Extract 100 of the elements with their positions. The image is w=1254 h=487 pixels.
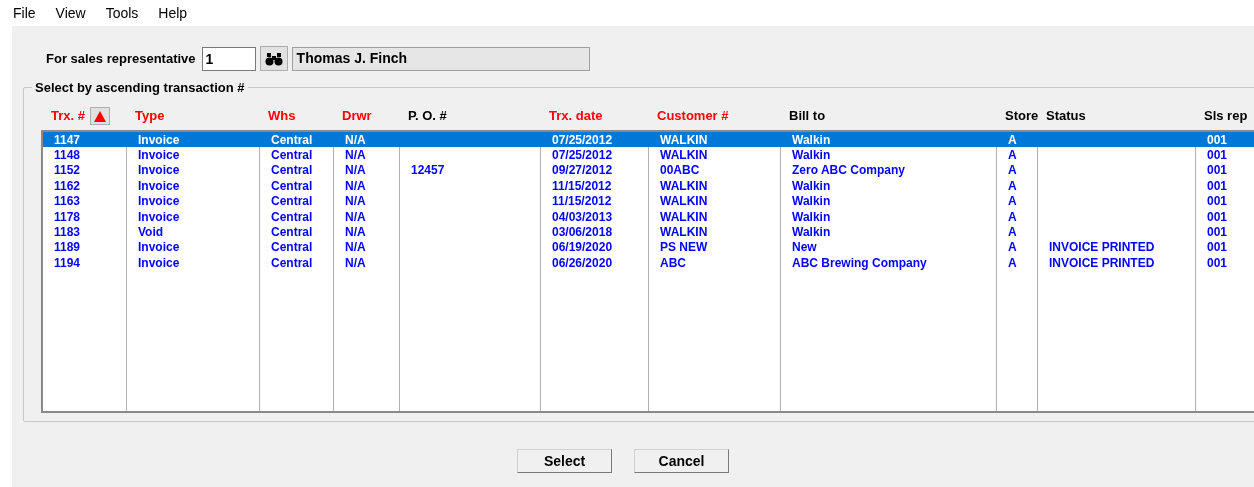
- table-cell: Walkin: [792, 194, 831, 209]
- table-cell: PS NEW: [660, 240, 708, 255]
- table-cell: N/A: [345, 178, 366, 193]
- table-cell: 06/26/2020: [552, 255, 613, 270]
- table-cell: 11/15/2012: [552, 178, 612, 193]
- table-cell: N/A: [345, 255, 366, 270]
- list-row[interactable]: 1148 Invoice Central N/A 07/25/2012 WALKIN Walkin A 001: [43, 147, 1254, 163]
- table-cell: Central: [271, 148, 313, 163]
- table-cell: Central: [271, 194, 313, 209]
- list-row[interactable]: 1152 Invoice Central N/A 12457 09/27/2012 00ABC Zero ABC Company A 001: [43, 162, 1254, 179]
- table-cell: WALKIN: [660, 148, 708, 163]
- table-cell: 1178: [54, 209, 81, 224]
- table-cell: 1183: [54, 225, 81, 240]
- table-cell: 1189: [54, 240, 81, 255]
- column-header[interactable]: Sls rep: [1204, 106, 1248, 126]
- list-row[interactable]: 1183 Void Central N/A 03/06/2018 WALKIN Walkin A 001: [43, 224, 1254, 240]
- table-cell: A: [1008, 194, 1017, 209]
- table-cell: Zero ABC Company: [792, 163, 905, 178]
- column-header[interactable]: Customer #: [657, 106, 729, 126]
- table-cell: 1163: [54, 194, 81, 209]
- table-cell: Invoice: [138, 178, 180, 193]
- menu-item[interactable]: View: [55, 2, 86, 24]
- menu-item[interactable]: File: [13, 2, 36, 24]
- table-cell: A: [1008, 132, 1017, 147]
- sort-button[interactable]: [89, 107, 110, 125]
- table-cell: Invoice: [138, 240, 180, 255]
- table-cell: 001: [1207, 194, 1228, 209]
- table-cell: 001: [1207, 240, 1228, 255]
- table-cell: Walkin: [792, 178, 831, 193]
- table-cell: 09/27/2012: [552, 163, 613, 178]
- table-cell: 1194: [54, 255, 81, 270]
- table-cell: New: [792, 240, 817, 255]
- table-cell: 11/15/2012: [552, 194, 612, 209]
- field-label: For sales representative: [46, 49, 196, 68]
- table-cell: Central: [271, 209, 313, 224]
- table-cell: 001: [1207, 148, 1228, 163]
- table-cell: A: [1008, 178, 1017, 193]
- column-header[interactable]: Type: [135, 106, 165, 126]
- list-row[interactable]: 1163 Invoice Central N/A 11/15/2012 WALKIN Walkin A 001: [43, 193, 1254, 209]
- table-cell: 001: [1207, 178, 1228, 193]
- table-cell: 12457: [411, 163, 445, 178]
- table-cell: Invoice: [138, 148, 180, 163]
- table-cell: 001: [1207, 163, 1228, 178]
- column-header[interactable]: Status: [1046, 106, 1086, 126]
- table-cell: N/A: [345, 132, 366, 147]
- table-cell: 06/19/2020: [552, 240, 613, 255]
- list-row[interactable]: 1147 Invoice Central N/A 07/25/2012 WALKIN Walkin A 001: [43, 132, 1254, 148]
- table-cell: Central: [271, 163, 313, 178]
- list-row[interactable]: 1194 Invoice Central N/A 06/26/2020 ABC ABC Brewing Company A INVOICE PRINTED 001: [43, 255, 1254, 271]
- column-header[interactable]: Drwr: [342, 106, 372, 126]
- table-cell: N/A: [345, 163, 366, 178]
- column-header[interactable]: P. O. #: [408, 106, 447, 126]
- name-display: Thomas J. Finch: [291, 46, 590, 71]
- table-cell: ABC: [660, 255, 686, 270]
- dialog-button[interactable]: Cancel: [634, 449, 729, 473]
- table-cell: Invoice: [138, 163, 180, 178]
- list-row[interactable]: 1178 Invoice Central N/A 04/03/2013 WALKIN Walkin A 001: [43, 208, 1254, 225]
- column-header[interactable]: Store: [1005, 106, 1039, 126]
- table-cell: N/A: [345, 209, 366, 224]
- table-cell: 001: [1207, 209, 1228, 224]
- table-cell: A: [1008, 255, 1017, 270]
- column-header[interactable]: Trx. #: [51, 106, 85, 126]
- input-field[interactable]: 1: [201, 46, 256, 71]
- dialog-button[interactable]: Select: [517, 449, 612, 473]
- table-cell: 1162: [54, 178, 81, 193]
- table-cell: Central: [271, 240, 313, 255]
- table-cell: Walkin: [792, 209, 831, 224]
- table-cell: 001: [1207, 132, 1228, 147]
- list-row[interactable]: 1189 Invoice Central N/A 06/19/2020 PS NEW New A INVOICE PRINTED 001: [43, 239, 1254, 256]
- column-header[interactable]: Whs: [268, 106, 296, 126]
- table-cell: Invoice: [138, 194, 180, 209]
- table-cell: 1147: [54, 132, 81, 147]
- table-cell: ABC Brewing Company: [792, 255, 927, 270]
- table-cell: WALKIN: [660, 132, 708, 147]
- table-cell: A: [1008, 225, 1017, 240]
- table-cell: 04/03/2013: [552, 209, 613, 224]
- table-cell: WALKIN: [660, 209, 708, 224]
- table-cell: A: [1008, 163, 1017, 178]
- column-header[interactable]: Trx. date: [549, 106, 603, 126]
- table-cell: Walkin: [792, 148, 831, 163]
- table-cell: Central: [271, 132, 313, 147]
- menu-item[interactable]: Tools: [105, 2, 139, 24]
- table-cell: Void: [138, 225, 164, 240]
- menu-item[interactable]: Help: [158, 2, 188, 24]
- table-cell: N/A: [345, 194, 366, 209]
- table-cell: INVOICE PRINTED: [1049, 255, 1155, 270]
- table-cell: A: [1008, 240, 1017, 255]
- table-cell: WALKIN: [660, 178, 708, 193]
- table-cell: 1152: [54, 163, 81, 178]
- table-cell: N/A: [345, 240, 366, 255]
- list-row[interactable]: 1162 Invoice Central N/A 11/15/2012 WALKIN Walkin A 001: [43, 178, 1254, 194]
- column-header[interactable]: Bill to: [789, 106, 826, 126]
- table-cell: Walkin: [792, 225, 831, 240]
- table-cell: Invoice: [138, 132, 180, 147]
- table-cell: Invoice: [138, 209, 180, 224]
- table-cell: 001: [1207, 225, 1228, 240]
- table-cell: 1148: [54, 148, 81, 163]
- table-cell: 07/25/2012: [552, 148, 613, 163]
- table-cell: N/A: [345, 225, 366, 240]
- search-button[interactable]: [259, 46, 288, 71]
